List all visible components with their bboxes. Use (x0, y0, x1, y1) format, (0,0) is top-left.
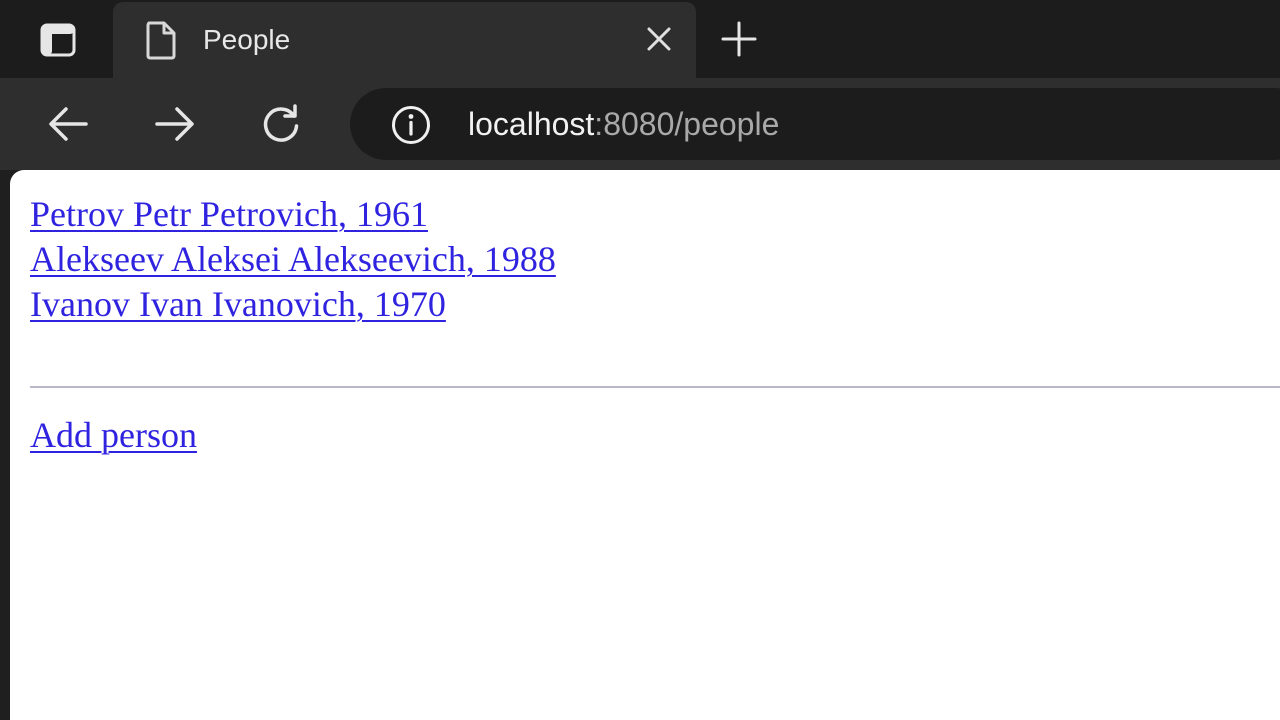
person-link[interactable]: Alekseev Aleksei Alekseevich, 1988 (30, 237, 556, 282)
arrow-left-icon (46, 104, 90, 144)
info-icon[interactable] (390, 104, 432, 146)
sidebar-toggle-button[interactable] (24, 18, 92, 62)
url-text[interactable]: localhost:8080/people (468, 105, 779, 143)
sidebar-icon (40, 23, 76, 57)
reload-icon (259, 102, 303, 146)
new-tab-button[interactable] (712, 14, 766, 64)
divider (30, 386, 1280, 388)
back-button[interactable] (40, 98, 96, 150)
page-viewport: Petrov Petr Petrovich, 1961 Alekseev Ale… (10, 170, 1280, 720)
tab-strip: People (0, 0, 1280, 78)
tab-title: People (203, 24, 291, 55)
browser-window: People localhost:8080/people Petrov Petr… (0, 0, 1280, 720)
close-tab-icon[interactable] (644, 24, 674, 54)
forward-button[interactable] (147, 98, 203, 150)
person-link[interactable]: Petrov Petr Petrovich, 1961 (30, 192, 556, 237)
people-list: Petrov Petr Petrovich, 1961 Alekseev Ale… (30, 192, 556, 327)
reload-button[interactable] (253, 98, 309, 150)
url-host: localhost (468, 106, 595, 142)
person-link[interactable]: Ivanov Ivan Ivanovich, 1970 (30, 282, 556, 327)
arrow-right-icon (153, 104, 197, 144)
navigation-toolbar: localhost:8080/people (0, 78, 1280, 170)
plus-icon (721, 21, 757, 57)
address-bar[interactable]: localhost:8080/people (350, 88, 1280, 160)
url-path: :8080/people (594, 106, 780, 142)
page-icon (143, 20, 179, 60)
tab-people[interactable]: People (113, 2, 696, 78)
add-person-link[interactable]: Add person (30, 414, 197, 456)
